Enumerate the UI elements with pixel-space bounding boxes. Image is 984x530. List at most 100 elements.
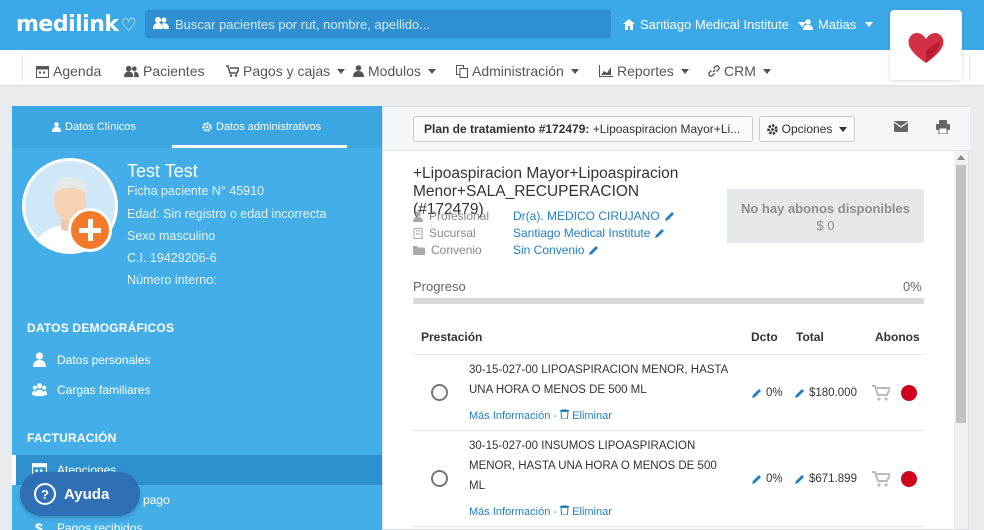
svg-text:$: $ — [35, 520, 43, 530]
question-icon: ? — [34, 483, 56, 505]
scrollbar-thumb[interactable] — [956, 165, 966, 423]
gear-icon — [202, 122, 212, 132]
options-dropdown[interactable]: Opciones — [759, 116, 855, 142]
column-header-dcto: Dcto — [751, 330, 778, 344]
tab-datos-administrativos[interactable]: Datos administrativos — [202, 121, 321, 133]
dcto-cell[interactable]: 0% — [751, 387, 783, 399]
patient-ci: C.I. 19429206-6 — [127, 251, 217, 265]
add-photo-icon[interactable] — [68, 208, 112, 252]
row-description: 30-15-027-00 LIPOASPIRACION MENOR, HASTA… — [469, 364, 728, 396]
help-button[interactable]: ? Ayuda — [20, 472, 140, 516]
main-menu: Agenda Pacientes Pagos y cajas Modulos A… — [0, 50, 984, 86]
eliminar-link[interactable]: Eliminar — [572, 410, 612, 422]
institution-label: Santiago Medical Institute — [640, 17, 789, 32]
menu-label: Administración — [472, 63, 564, 79]
sidebar-item-cargas-familiares[interactable]: Cargas familiares — [32, 382, 150, 397]
patient-numero-interno: Número interno: — [127, 273, 217, 287]
sidebar-item-datos-personales[interactable]: Datos personales — [32, 352, 150, 367]
chevron-down-icon — [427, 68, 436, 74]
profesional-link[interactable]: Dr(a). MEDICO CIRUJANO — [513, 209, 675, 223]
sidebar-tabs: Datos Clínicos Datos administrativos — [12, 106, 382, 148]
eliminar-link[interactable]: Eliminar — [572, 506, 612, 518]
status-dot-icon — [901, 385, 917, 401]
mail-icon[interactable] — [894, 121, 908, 132]
user-icon — [803, 19, 813, 30]
divider — [413, 526, 924, 527]
row-links: Más Información - Eliminar — [469, 504, 612, 518]
logo-text: medilink — [16, 12, 119, 37]
folder-icon — [413, 246, 425, 255]
tab-datos-clinicos[interactable]: Datos Clínicos — [52, 121, 136, 133]
meta-value: Dr(a). MEDICO CIRUJANO — [513, 209, 660, 223]
progress-bar — [413, 298, 924, 304]
status-dot-icon — [901, 471, 917, 487]
chevron-down-icon — [337, 68, 346, 74]
copy-icon — [456, 64, 468, 78]
convenio-link[interactable]: Sin Convenio — [513, 243, 599, 257]
sidebar-item-label: Cargas familiares — [57, 382, 151, 397]
scroll-up-icon[interactable] — [957, 155, 965, 160]
cart-icon[interactable] — [872, 471, 890, 487]
dcto-cell[interactable]: 0% — [751, 473, 783, 485]
plan-selector-id: Plan de tratamiento #172479: — [424, 122, 590, 136]
row-select-radio[interactable] — [431, 384, 448, 401]
institution-dropdown[interactable]: Santiago Medical Institute — [623, 17, 806, 32]
scrollbar[interactable] — [954, 151, 968, 529]
chevron-down-icon — [839, 126, 848, 132]
search-input[interactable] — [175, 10, 605, 38]
meta-value: Santiago Medical Institute — [513, 226, 651, 240]
menu-container: Agenda Pacientes Pagos y cajas Modulos A… — [22, 54, 970, 82]
sidebar-item-pagos-recibidos[interactable]: $ Pagos recibidos — [32, 520, 142, 530]
user-icon — [33, 352, 46, 367]
mas-informacion-link[interactable]: Más Información — [469, 410, 550, 422]
chevron-down-icon — [680, 68, 689, 74]
profesional-label: Profesional — [413, 209, 489, 223]
patient-ficha: Ficha paciente N° 45910 — [127, 184, 265, 198]
total-cell[interactable]: $180.000 — [794, 387, 857, 399]
chart-icon — [599, 65, 613, 77]
users-icon — [32, 383, 47, 397]
mas-informacion-link[interactable]: Más Información — [469, 506, 550, 518]
menu-label: Agenda — [53, 63, 102, 79]
tab-label: Datos administrativos — [216, 121, 322, 133]
sidebar-item-label: Pagos recibidos — [57, 520, 143, 530]
pencil-icon — [752, 388, 761, 398]
menu-label: Pacientes — [143, 63, 205, 79]
total-cell[interactable]: $671.899 — [794, 473, 857, 485]
row-description: 30-15-027-00 INSUMOS LIPOASPIRACION MENO… — [469, 440, 717, 492]
trash-icon — [560, 408, 570, 420]
menu-item-modulos[interactable]: Modulos — [353, 63, 436, 79]
sucursal-link[interactable]: Santiago Medical Institute — [513, 226, 665, 240]
menu-item-crm[interactable]: CRM — [708, 63, 771, 79]
patient-name: Test Test — [127, 161, 198, 181]
patient-search — [145, 10, 611, 38]
options-label: Opciones — [781, 122, 833, 136]
home-icon — [623, 19, 635, 30]
menu-item-administracion[interactable]: Administración — [456, 63, 579, 79]
sidebar-item-label: Datos personales — [57, 352, 151, 367]
print-icon[interactable] — [936, 120, 950, 134]
menu-item-pagos-cajas[interactable]: Pagos y cajas — [226, 63, 346, 79]
meta-label: Sucursal — [429, 226, 476, 240]
divider — [413, 354, 924, 355]
medilink-logo[interactable]: medilink ♡ — [16, 12, 137, 37]
column-header-abonos: Abonos — [875, 330, 920, 344]
brand-heart-tile — [890, 10, 962, 80]
users-icon — [153, 17, 169, 29]
user-dropdown[interactable]: Matias — [803, 17, 874, 32]
pencil-icon — [655, 228, 665, 238]
plan-selector-button[interactable]: Plan de tratamiento #172479: +Lipoaspira… — [413, 116, 753, 142]
menu-label: Pagos y cajas — [243, 63, 331, 79]
menu-item-reportes[interactable]: Reportes — [599, 63, 689, 79]
pencil-icon — [752, 474, 761, 484]
row-select-radio[interactable] — [431, 470, 448, 487]
chevron-down-icon — [570, 68, 579, 74]
cart-icon[interactable] — [872, 385, 890, 401]
cart-icon — [226, 65, 239, 77]
link-icon — [708, 65, 720, 77]
dollar-icon: $ — [35, 520, 43, 530]
user-label: Matias — [818, 17, 857, 32]
menu-item-pacientes[interactable]: Pacientes — [124, 63, 204, 79]
menu-item-agenda[interactable]: Agenda — [36, 63, 101, 79]
tab-label: Datos Clínicos — [65, 121, 136, 133]
